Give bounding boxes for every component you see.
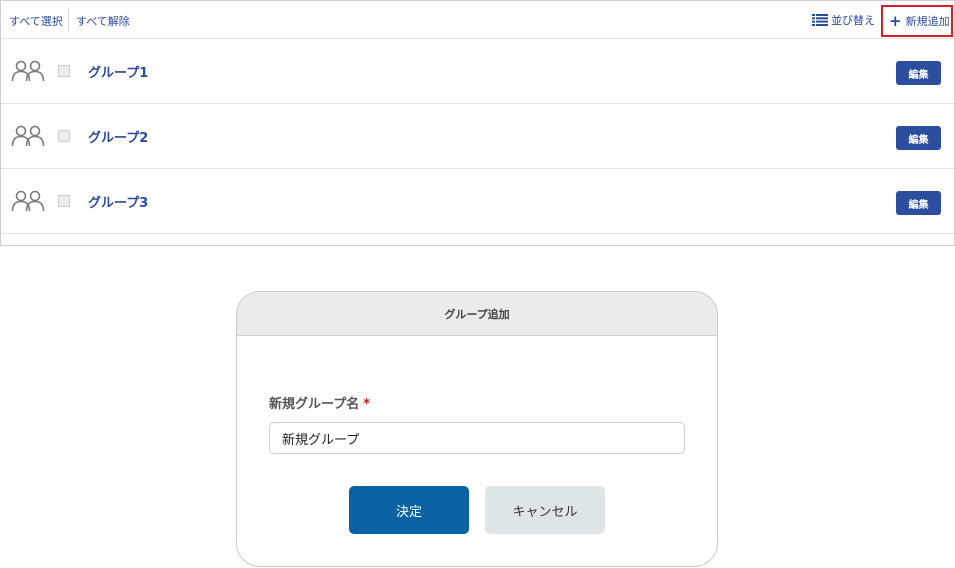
row-checkbox[interactable] bbox=[58, 195, 70, 207]
group-name-link[interactable]: グループ1 bbox=[88, 62, 148, 81]
group-list-panel: すべて選択 すべて解除 並び替え + 新規追加 グループ1 編集 グループ2 編… bbox=[0, 0, 955, 246]
dialog-title: グループ追加 bbox=[444, 307, 510, 321]
add-new-button[interactable]: + 新規追加 bbox=[881, 5, 953, 37]
edit-button[interactable]: 編集 bbox=[896, 191, 941, 215]
group-icon bbox=[11, 125, 45, 147]
group-icon bbox=[11, 190, 45, 212]
table-row: グループ1 編集 bbox=[1, 39, 954, 104]
group-name-input[interactable] bbox=[269, 422, 685, 454]
sort-label: 並び替え bbox=[831, 14, 875, 27]
plus-icon: + bbox=[889, 12, 902, 30]
group-name-link[interactable]: グループ3 bbox=[88, 192, 148, 211]
confirm-button[interactable]: 決定 bbox=[349, 486, 469, 534]
cancel-button[interactable]: キャンセル bbox=[485, 486, 605, 534]
list-icon bbox=[812, 14, 828, 26]
add-new-label: 新規追加 bbox=[905, 15, 950, 28]
table-row: グループ3 編集 bbox=[1, 169, 954, 234]
add-group-dialog: グループ追加 新規グループ名* 決定 キャンセル bbox=[236, 291, 718, 567]
row-checkbox[interactable] bbox=[58, 130, 70, 142]
edit-button[interactable]: 編集 bbox=[896, 126, 941, 150]
dialog-header: グループ追加 bbox=[237, 292, 717, 336]
toolbar-divider bbox=[68, 7, 69, 31]
group-name-field-label: 新規グループ名 * bbox=[269, 393, 370, 412]
sort-button[interactable]: 並び替え bbox=[812, 13, 875, 27]
group-name-link[interactable]: グループ2 bbox=[88, 127, 148, 146]
row-checkbox[interactable] bbox=[58, 65, 70, 77]
table-row: グループ2 編集 bbox=[1, 104, 954, 169]
group-icon bbox=[11, 60, 45, 82]
deselect-all-link[interactable]: すべて解除 bbox=[76, 13, 130, 29]
list-toolbar: すべて選択 すべて解除 並び替え + 新規追加 bbox=[1, 1, 954, 39]
field-label-text: 新規グループ名 bbox=[269, 397, 360, 412]
edit-button[interactable]: 編集 bbox=[896, 61, 941, 85]
select-all-link[interactable]: すべて選択 bbox=[9, 13, 63, 29]
required-mark: * bbox=[363, 397, 371, 412]
